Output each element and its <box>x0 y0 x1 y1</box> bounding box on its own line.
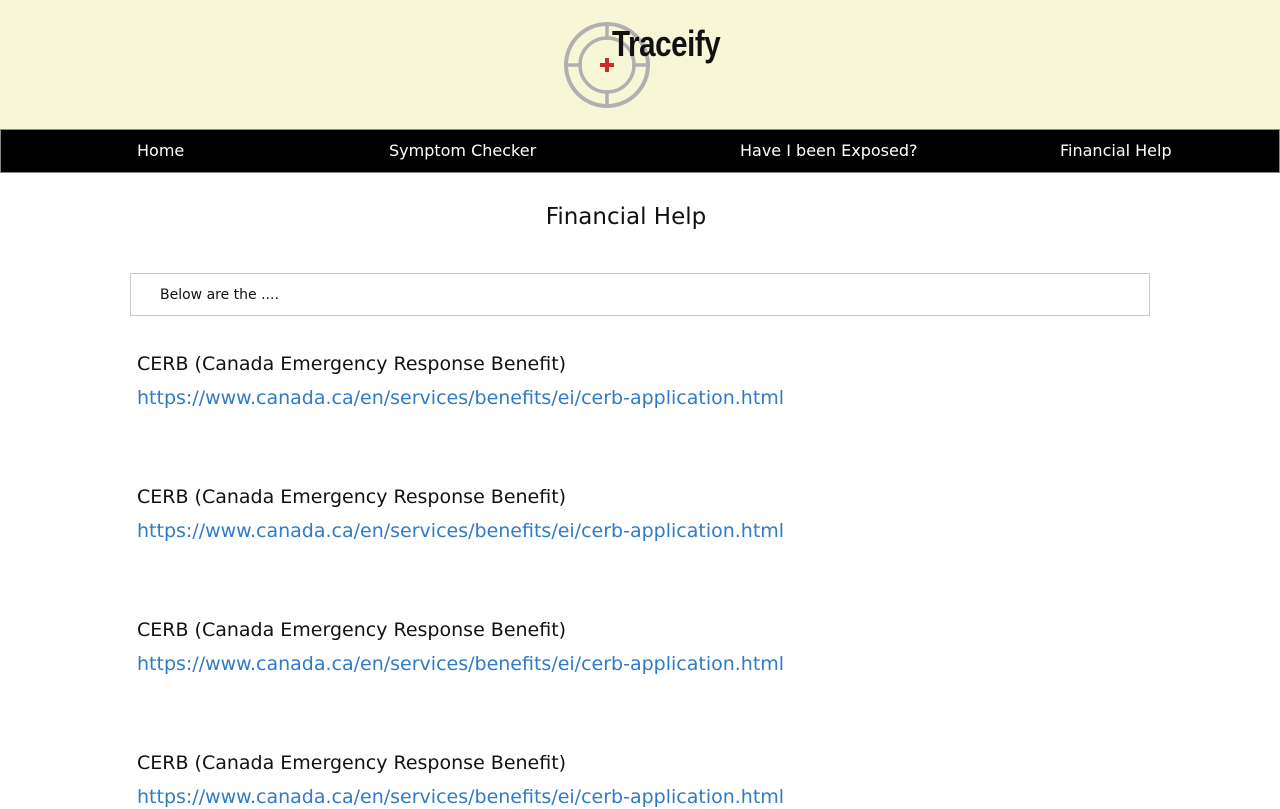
benefit-link[interactable]: https://www.canada.ca/en/services/benefi… <box>137 519 784 543</box>
benefit-title: CERB (Canada Emergency Response Benefit) <box>137 752 567 774</box>
benefit-title: CERB (Canada Emergency Response Benefit) <box>137 619 567 641</box>
benefit-item: CERB (Canada Emergency Response Benefit)… <box>137 485 1137 543</box>
intro-text: Below are the .... <box>160 287 279 303</box>
benefit-link[interactable]: https://www.canada.ca/en/services/benefi… <box>137 386 784 410</box>
nav-financial-help[interactable]: Financial Help <box>1060 130 1172 172</box>
benefit-item: CERB (Canada Emergency Response Benefit)… <box>137 618 1137 676</box>
main-nav: Home Symptom Checker Have I been Exposed… <box>0 129 1280 173</box>
benefit-item: CERB (Canada Emergency Response Benefit)… <box>137 352 1137 410</box>
intro-box: Below are the .... <box>130 273 1150 316</box>
nav-have-i-been-exposed[interactable]: Have I been Exposed? <box>740 130 917 172</box>
benefit-title: CERB (Canada Emergency Response Benefit) <box>137 486 567 508</box>
traceify-logo[interactable]: Traceify <box>562 18 722 113</box>
benefit-title: CERB (Canada Emergency Response Benefit) <box>137 353 567 375</box>
benefit-item: CERB (Canada Emergency Response Benefit)… <box>137 751 1137 809</box>
nav-symptom-checker[interactable]: Symptom Checker <box>389 130 536 172</box>
nav-home[interactable]: Home <box>137 130 184 172</box>
benefit-link[interactable]: https://www.canada.ca/en/services/benefi… <box>137 652 784 676</box>
benefit-link[interactable]: https://www.canada.ca/en/services/benefi… <box>137 785 784 809</box>
page-title: Financial Help <box>545 204 707 230</box>
site-header: Traceify <box>0 0 1280 129</box>
brand-name: Traceify <box>612 23 721 64</box>
